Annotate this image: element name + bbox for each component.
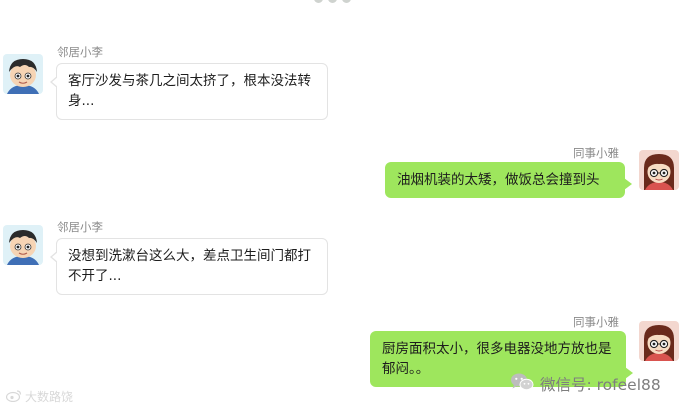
wechat-watermark: 微信号: rofeel88 (510, 372, 661, 396)
dot (314, 0, 323, 3)
female-avatar-icon[interactable] (639, 150, 679, 190)
dot (342, 0, 351, 3)
wechat-logo-icon (510, 372, 534, 396)
sender-name: 邻居小李 (57, 45, 103, 59)
male-avatar-icon[interactable] (3, 54, 43, 94)
sender-name: 邻居小李 (57, 220, 103, 234)
sender-name: 同事小雅 (573, 146, 619, 160)
weibo-watermark: 大数路饶 (5, 388, 74, 405)
wechat-id-text: 微信号: rofeel88 (540, 376, 661, 394)
dot (328, 0, 337, 3)
message-bubble-left[interactable]: 客厅沙发与茶几之间太挤了，根本没法转身... (50, 63, 328, 120)
sender-name: 同事小雅 (573, 315, 619, 329)
top-pagination-dots (314, 0, 351, 3)
message-bubble-right[interactable]: 油烟机装的太矮，做饭总会撞到头 (385, 162, 632, 198)
message-bubble-left[interactable]: 没想到洗漱台这么大，差点卫生间门都打不开了... (50, 238, 328, 295)
weibo-logo-icon (5, 389, 22, 405)
watermark-left-text: 大数路饶 (25, 390, 74, 404)
male-avatar-icon[interactable] (3, 225, 43, 265)
female-avatar-icon[interactable] (639, 321, 679, 361)
